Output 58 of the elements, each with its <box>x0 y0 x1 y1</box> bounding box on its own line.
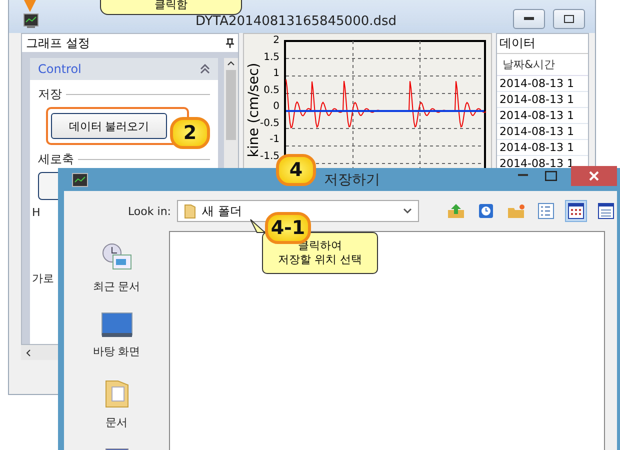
close-button[interactable] <box>571 166 617 186</box>
toolbar-button[interactable] <box>535 200 557 222</box>
field-label: 가로 <box>32 271 54 286</box>
minimize-icon <box>524 17 534 21</box>
section-label: 저장 <box>38 86 62 103</box>
close-icon <box>589 170 599 180</box>
maximize-icon <box>564 15 574 23</box>
pointer-arrow-icon <box>24 0 36 12</box>
folder-up-icon <box>447 203 465 219</box>
desktop-icon <box>100 312 132 338</box>
chevron-up-icon <box>227 60 236 66</box>
axis-tick-label: -0.5 <box>260 118 280 128</box>
table-cell: 2014-08-13 1 <box>496 140 588 156</box>
tooltip: 클릭함 <box>100 0 242 15</box>
toolbar-button[interactable] <box>565 200 587 222</box>
load-data-button[interactable]: 데이터 불러오기 <box>51 113 167 139</box>
place-item[interactable]: 문서 <box>104 377 130 430</box>
callout-pointer-icon <box>250 219 265 233</box>
pin-icon[interactable] <box>226 38 234 48</box>
details-view-icon <box>568 203 584 219</box>
step-number-badge: 2 <box>170 117 210 149</box>
column-header[interactable]: 날짜&시간 <box>496 54 588 76</box>
axis-tick-label: 1.5 <box>264 52 280 62</box>
minimize-button[interactable] <box>513 9 545 29</box>
section-label: 세로축 <box>38 151 74 168</box>
axis-tick-label: 1 <box>273 68 280 79</box>
group-title: Control <box>38 62 82 76</box>
axis-title: kine (cm/sec) <box>246 62 262 158</box>
grid-view-icon <box>598 203 614 219</box>
panel-title: 데이터 <box>496 34 588 54</box>
axis-tick-label: 0 <box>273 101 280 112</box>
table-cell: 2014-08-13 1 <box>496 92 588 108</box>
look-in-label: Look in: <box>128 204 171 218</box>
window-title: DYTA20140813165845000.dsd <box>194 14 398 29</box>
app-icon <box>23 13 39 29</box>
chevron-left-icon <box>25 348 31 356</box>
axis-tick-label: 2 <box>273 35 280 46</box>
panel-title: 그래프 설정 <box>26 34 90 52</box>
minimize-icon <box>518 174 528 177</box>
dialog-title: 저장하기 <box>323 170 381 188</box>
toolbar-button[interactable] <box>595 200 617 222</box>
new-folder-icon <box>507 203 525 219</box>
maximize-button[interactable] <box>553 9 585 29</box>
list-view-icon <box>538 203 554 219</box>
table-cell: 2014-08-13 1 <box>496 108 588 124</box>
axis-tick-label: -1 <box>270 134 280 145</box>
maximize-icon <box>545 170 557 180</box>
place-item[interactable]: 최근 문서 <box>92 243 140 294</box>
clock-icon <box>477 202 495 220</box>
group-header[interactable]: Control <box>30 58 218 80</box>
field-label: H <box>32 206 40 219</box>
place-item[interactable]: 바탕 화면 <box>92 312 140 359</box>
chevron-down-icon <box>403 208 412 214</box>
table-cell: 2014-08-13 1 <box>496 76 588 92</box>
folder-icon <box>184 203 196 219</box>
app-icon <box>72 172 88 186</box>
table-cell: 2014-08-13 1 <box>496 124 588 140</box>
axis-tick-label: 0.5 <box>264 84 280 96</box>
